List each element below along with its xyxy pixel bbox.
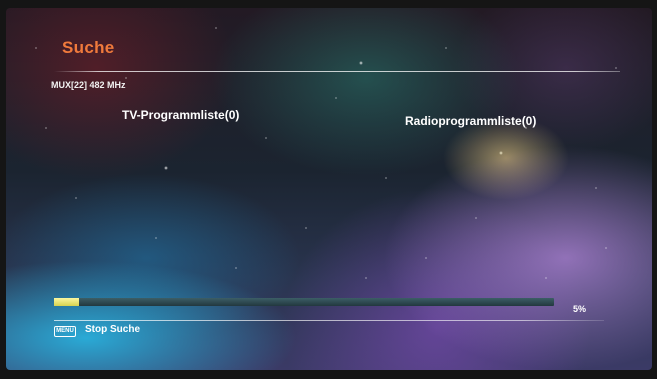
footer-divider — [54, 320, 604, 321]
stop-search-button[interactable]: Stop Suche — [85, 324, 140, 335]
scan-progress-percent: 5% — [573, 304, 587, 314]
menu-key-icon[interactable]: MENU — [54, 326, 76, 337]
tv-program-list-count: TV-Programmliste(0) — [122, 108, 240, 122]
title-divider — [54, 71, 620, 72]
tv-bezel: Suche MUX[22] 482 MHz TV-Programmliste(0… — [0, 0, 657, 379]
radio-program-list-count: Radioprogrammliste(0) — [405, 114, 537, 128]
starfield-background — [6, 8, 652, 370]
scan-progress-fill — [54, 298, 79, 306]
scan-progress-bar — [54, 298, 554, 306]
page-title: Suche — [62, 38, 115, 57]
tv-screen: Suche MUX[22] 482 MHz TV-Programmliste(0… — [6, 8, 652, 370]
mux-frequency-info: MUX[22] 482 MHz — [51, 80, 126, 90]
